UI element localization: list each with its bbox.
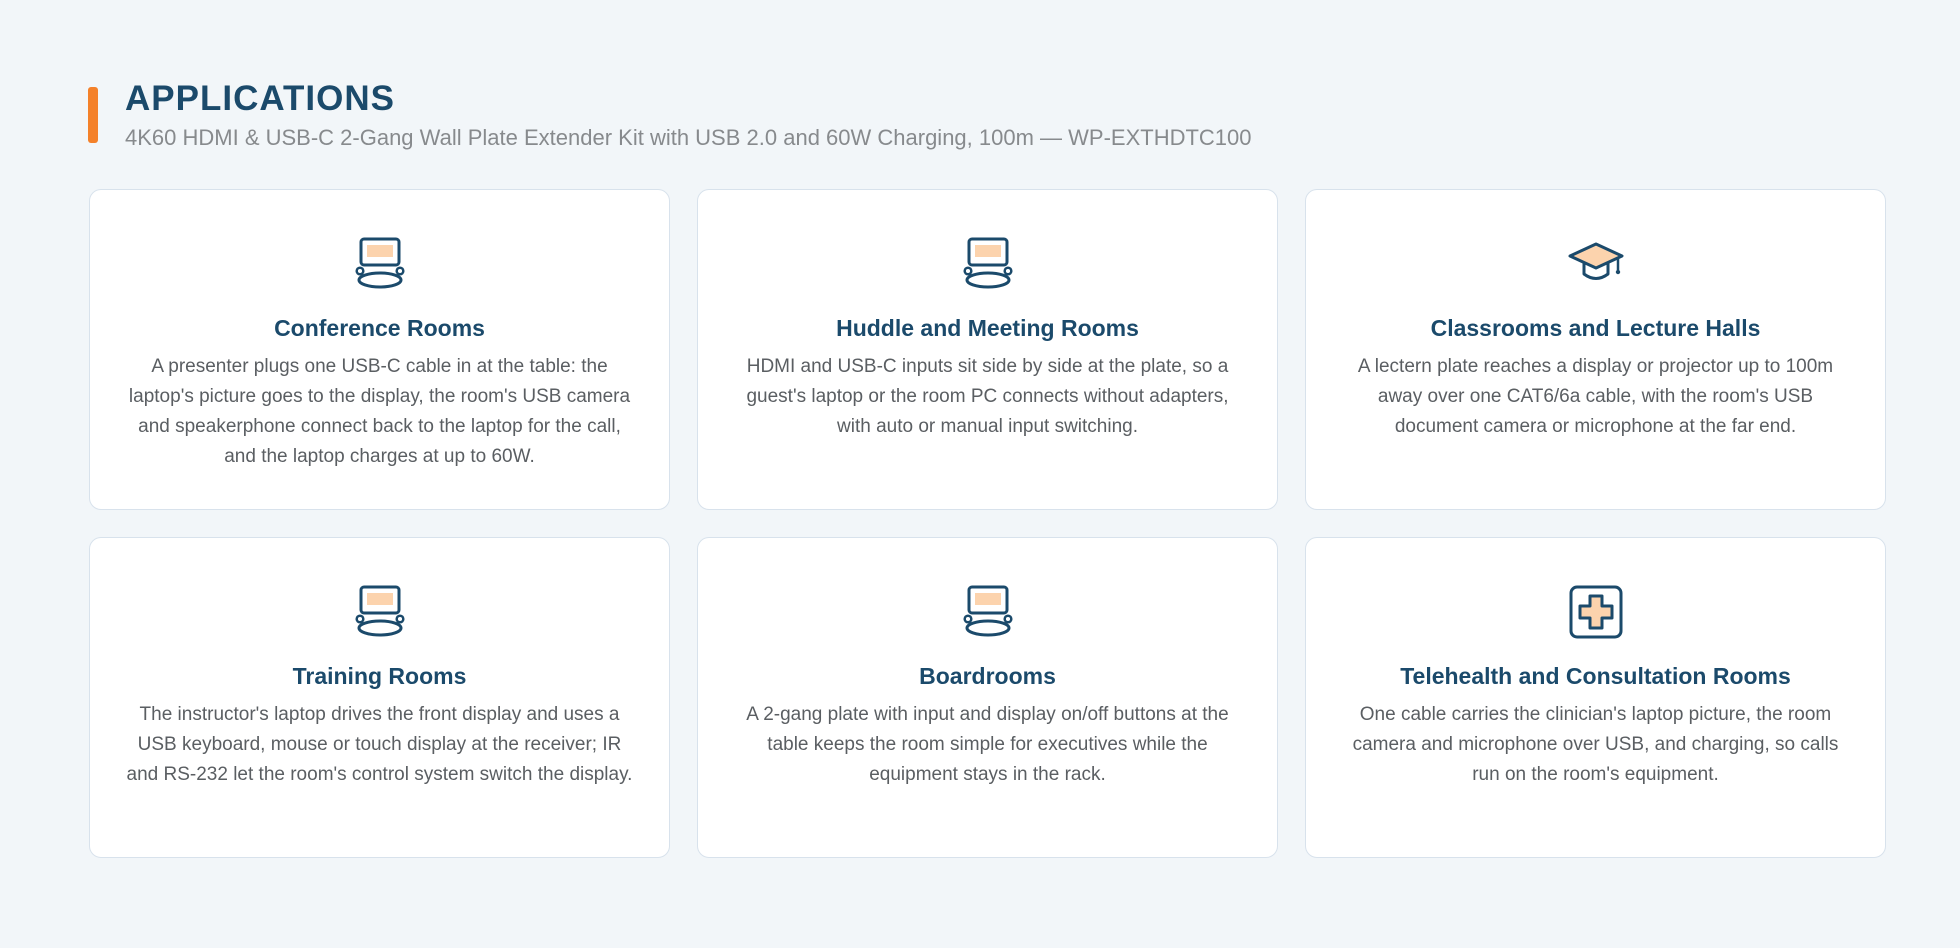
conference-table-icon bbox=[962, 237, 1013, 289]
conference-table-icon bbox=[962, 585, 1013, 637]
page-header: APPLICATIONS 4K60 HDMI & USB-C 2-Gang Wa… bbox=[88, 78, 1252, 152]
card-description: A lectern plate reaches a display or pro… bbox=[1357, 356, 1834, 437]
accent-bar bbox=[88, 87, 98, 143]
graduation-cap-icon bbox=[1568, 242, 1623, 280]
application-card-classrooms: Classrooms and Lecture Halls A lectern p… bbox=[1305, 189, 1886, 510]
card-description: A 2-gang plate with input and display on… bbox=[746, 704, 1229, 785]
conference-table-icon bbox=[354, 237, 405, 289]
card-description: The instructor's laptop drives the front… bbox=[126, 704, 633, 785]
card-description: HDMI and USB-C inputs sit side by side a… bbox=[746, 356, 1229, 437]
card-description: A presenter plugs one USB-C cable in at … bbox=[128, 356, 631, 467]
card-title: Classrooms and Lecture Halls bbox=[1430, 315, 1761, 341]
application-card-training-rooms: Training Rooms The instructor's laptop d… bbox=[89, 537, 670, 858]
card-title: Conference Rooms bbox=[274, 315, 485, 341]
application-card-telehealth: Telehealth and Consultation Rooms One ca… bbox=[1305, 537, 1886, 858]
page-title: APPLICATIONS bbox=[125, 79, 395, 118]
applications-grid: Conference Rooms A presenter plugs one U… bbox=[89, 189, 1887, 858]
application-card-boardrooms: Boardrooms A 2-gang plate with input and… bbox=[697, 537, 1278, 858]
card-title: Telehealth and Consultation Rooms bbox=[1400, 663, 1791, 689]
conference-table-icon bbox=[354, 585, 405, 637]
medical-cross-icon bbox=[1569, 585, 1622, 639]
card-title: Training Rooms bbox=[292, 663, 467, 689]
card-title: Boardrooms bbox=[919, 663, 1056, 689]
card-title: Huddle and Meeting Rooms bbox=[836, 315, 1139, 341]
application-card-huddle-rooms: Huddle and Meeting Rooms HDMI and USB-C … bbox=[697, 189, 1278, 510]
card-description: One cable carries the clinician's laptop… bbox=[1352, 704, 1839, 785]
application-card-conference-rooms: Conference Rooms A presenter plugs one U… bbox=[89, 189, 670, 510]
page-subtitle: 4K60 HDMI & USB-C 2-Gang Wall Plate Exte… bbox=[125, 125, 1252, 150]
